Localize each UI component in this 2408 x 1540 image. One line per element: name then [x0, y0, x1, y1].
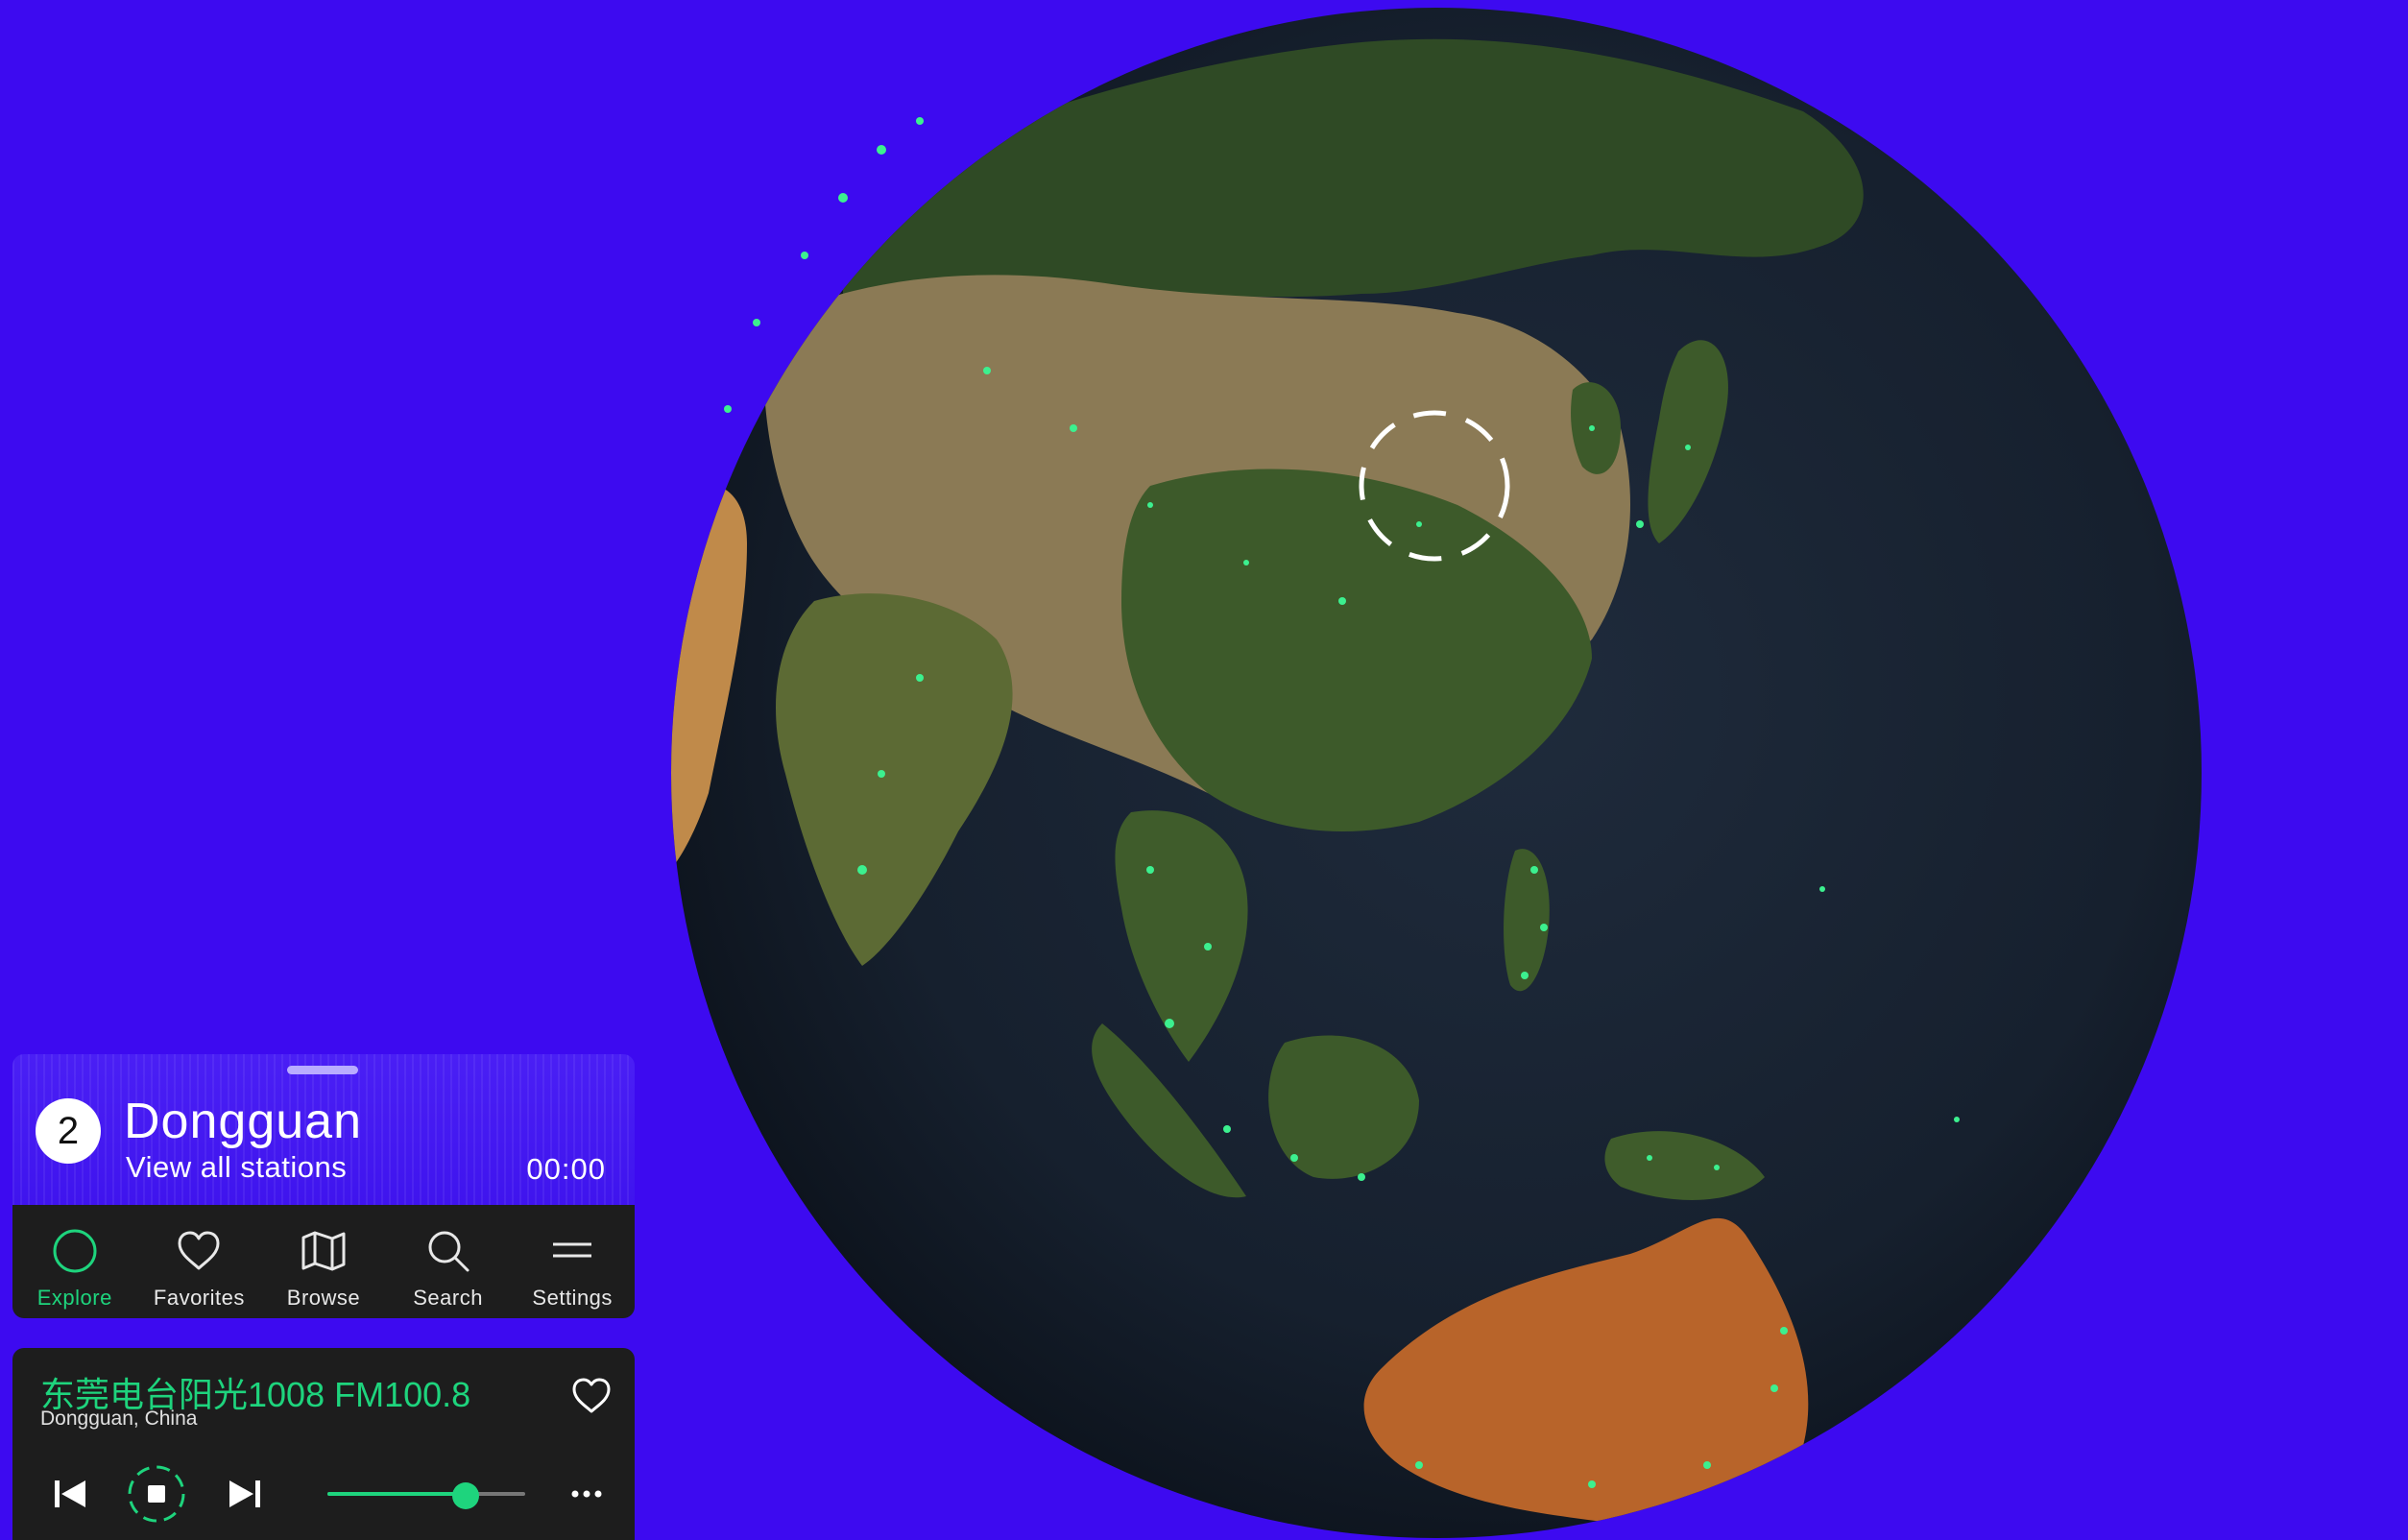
nav-favorites[interactable]: Favorites: [137, 1205, 262, 1318]
view-all-stations-link[interactable]: View all stations: [126, 1150, 347, 1185]
earth-globe[interactable]: [670, 6, 2203, 1540]
player-panel: 东莞电台阳光1008 FM100.8 Dongguan, China: [12, 1348, 635, 1540]
explore-circle-icon: [53, 1229, 97, 1273]
search-icon: [428, 1231, 470, 1272]
drag-handle[interactable]: [287, 1066, 358, 1074]
timer: 00:00: [526, 1152, 606, 1186]
station-location: Dongguan, China: [40, 1408, 198, 1430]
nav-explore[interactable]: Explore: [12, 1205, 137, 1318]
location-card[interactable]: 2 Dongguan View all stations 00:00: [12, 1054, 635, 1205]
nav-settings[interactable]: Settings: [510, 1205, 635, 1318]
nav-search[interactable]: Search: [386, 1205, 511, 1318]
nav-label: Settings: [532, 1286, 613, 1310]
map-icon: [301, 1231, 346, 1271]
skip-next-icon[interactable]: [226, 1475, 264, 1513]
city-name: Dongguan: [124, 1094, 362, 1149]
stop-icon[interactable]: [126, 1463, 187, 1525]
volume-slider[interactable]: [327, 1482, 525, 1509]
bottom-nav: Explore Favorites Browse Search Settings: [12, 1205, 635, 1318]
heart-icon: [178, 1231, 220, 1270]
nav-browse[interactable]: Browse: [261, 1205, 386, 1318]
volume-fill: [327, 1492, 467, 1496]
nav-label: Browse: [286, 1286, 361, 1310]
station-count-badge: 2: [36, 1098, 101, 1164]
nav-label: Favorites: [153, 1286, 245, 1310]
volume-thumb[interactable]: [452, 1482, 480, 1509]
menu-icon: [553, 1242, 592, 1258]
more-dots-icon[interactable]: [567, 1480, 606, 1507]
skip-previous-icon[interactable]: [51, 1475, 89, 1513]
globe-map[interactable]: [670, 6, 2203, 1540]
nav-label: Explore: [36, 1286, 112, 1310]
heart-icon[interactable]: [569, 1373, 614, 1417]
nav-label: Search: [413, 1286, 483, 1310]
